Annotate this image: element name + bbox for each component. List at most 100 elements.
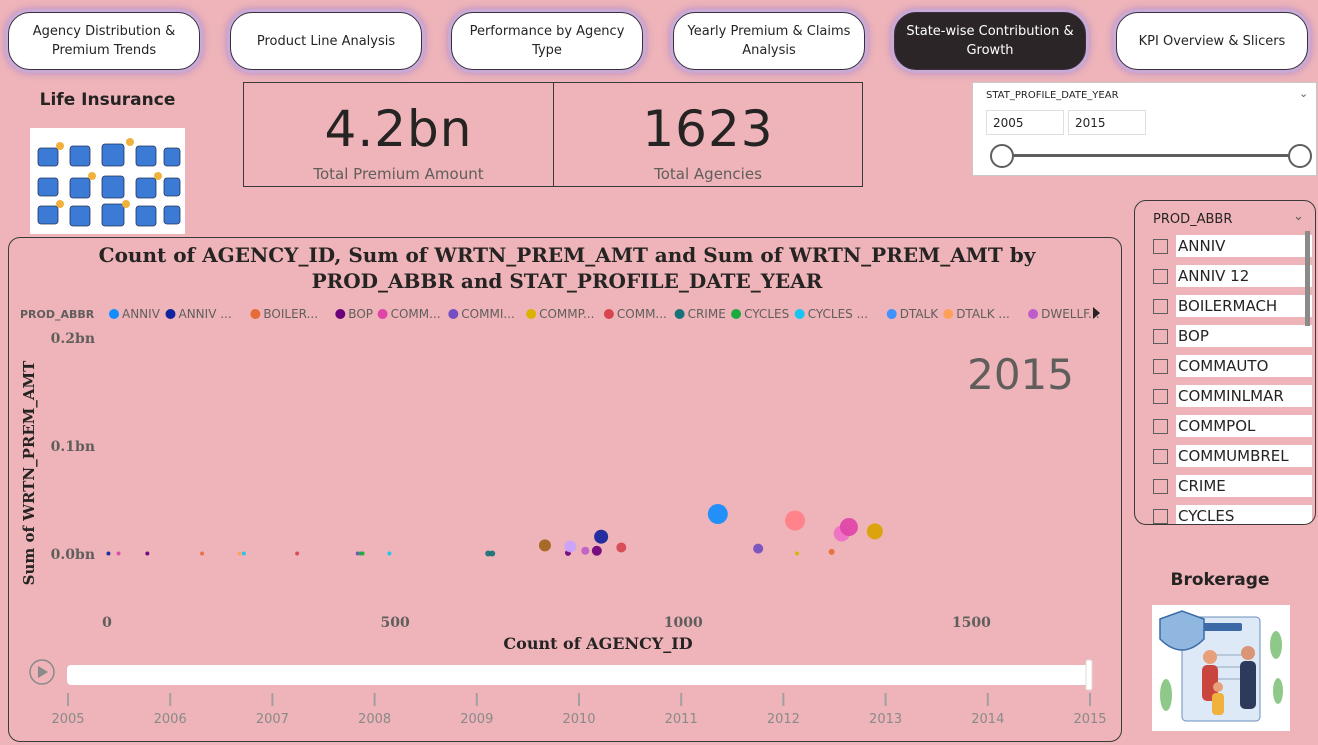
legend-marker[interactable] — [731, 309, 742, 319]
checkbox[interactable] — [1153, 268, 1168, 284]
product-slicer-item[interactable]: CRIME — [1153, 475, 1313, 497]
legend-label[interactable]: DTALK ... — [956, 307, 1010, 321]
scatter-point[interactable] — [295, 551, 300, 556]
year-range-track[interactable] — [1002, 154, 1300, 157]
legend-marker[interactable] — [603, 309, 614, 319]
legend-label[interactable]: COMMP... — [539, 307, 594, 321]
tab-agency-distribution[interactable]: Agency Distribution & Premium Trends — [8, 12, 200, 70]
legend-label[interactable]: CYCLES ... — [808, 307, 868, 321]
year-end-input[interactable]: 2015 — [1068, 110, 1146, 135]
legend-label[interactable]: ANNIV — [122, 307, 161, 321]
chevron-down-icon[interactable]: ⌄ — [1293, 209, 1304, 224]
scatter-point[interactable] — [795, 551, 800, 556]
scatter-point[interactable] — [200, 551, 205, 556]
product-slicer-item[interactable]: COMMAUTO — [1153, 355, 1313, 377]
checkbox[interactable] — [1153, 388, 1168, 404]
timeline-year-label[interactable]: 2009 — [460, 712, 493, 727]
product-slicer-item[interactable]: ANNIV — [1153, 235, 1313, 257]
product-slicer-item[interactable]: ANNIV 12 — [1153, 265, 1313, 287]
scatter-point[interactable] — [237, 551, 242, 556]
legend-marker[interactable] — [886, 309, 897, 319]
legend-marker[interactable] — [165, 309, 176, 319]
timeline-year-label[interactable]: 2014 — [971, 712, 1004, 727]
scatter-point[interactable] — [106, 551, 111, 556]
legend-label[interactable]: BOILER... — [263, 307, 318, 321]
scatter-point[interactable] — [594, 529, 609, 544]
scatter-point[interactable] — [753, 543, 764, 554]
checkbox[interactable] — [1153, 418, 1168, 434]
legend-label[interactable]: DWELLF... — [1041, 307, 1099, 321]
checkbox[interactable] — [1153, 448, 1168, 464]
scatter-point[interactable] — [785, 510, 806, 531]
timeline-year-label[interactable]: 2010 — [562, 712, 595, 727]
legend-marker[interactable] — [335, 309, 346, 319]
legend-label[interactable]: CRIME — [688, 307, 726, 321]
checkbox[interactable] — [1153, 508, 1168, 524]
legend-marker[interactable] — [674, 309, 685, 319]
year-range-end-handle[interactable] — [1288, 144, 1312, 168]
kpi-total-premium: 4.2bn Total Premium Amount — [243, 82, 554, 187]
timeline-year-label[interactable]: 2005 — [51, 712, 84, 727]
legend-marker[interactable] — [526, 309, 537, 319]
scatter-point[interactable] — [489, 550, 496, 557]
legend-label[interactable]: ANNIV ... — [179, 307, 232, 321]
play-icon[interactable] — [38, 666, 48, 678]
scatter-point[interactable] — [387, 551, 392, 556]
scatter-point[interactable] — [707, 504, 728, 525]
scatter-point[interactable] — [538, 539, 551, 552]
scatter-point[interactable] — [145, 551, 150, 556]
legend-label[interactable]: COMM... — [391, 307, 441, 321]
year-start-input[interactable]: 2005 — [986, 110, 1064, 135]
legend-marker[interactable] — [1028, 309, 1039, 319]
checkbox[interactable] — [1153, 358, 1168, 374]
legend-marker[interactable] — [448, 309, 459, 319]
tab-state-wise-contribution[interactable]: State-wise Contribution & Growth — [894, 12, 1086, 70]
product-slicer-item[interactable]: CYCLES — [1153, 505, 1313, 524]
timeline-year-label[interactable]: 2007 — [256, 712, 289, 727]
scatter-point[interactable] — [828, 548, 835, 555]
tab-kpi-overview[interactable]: KPI Overview & Slicers — [1116, 12, 1308, 70]
tab-performance-by-agency-type[interactable]: Performance by Agency Type — [451, 12, 643, 70]
tab-product-line-analysis[interactable]: Product Line Analysis — [230, 12, 422, 70]
scatter-point[interactable] — [564, 540, 577, 553]
checkbox[interactable] — [1153, 298, 1168, 314]
scatter-point[interactable] — [360, 551, 365, 556]
product-slicer-item[interactable]: COMMINLMAR — [1153, 385, 1313, 407]
legend-marker[interactable] — [377, 309, 388, 319]
scatter-point[interactable] — [591, 545, 602, 556]
checkbox[interactable] — [1153, 238, 1168, 254]
scatter-point[interactable] — [839, 518, 858, 536]
scatter-point[interactable] — [241, 551, 246, 556]
legend-marker[interactable] — [794, 309, 805, 319]
product-slicer-item[interactable]: BOP — [1153, 325, 1313, 347]
product-slicer-item[interactable]: BOILERMACH — [1153, 295, 1313, 317]
legend-marker[interactable] — [943, 309, 954, 319]
timeline-year-label[interactable]: 2015 — [1073, 712, 1106, 727]
legend-label[interactable]: BOP — [348, 307, 373, 321]
timeline-track[interactable] — [67, 665, 1091, 685]
timeline-year-label[interactable]: 2011 — [665, 712, 698, 727]
checkbox[interactable] — [1153, 328, 1168, 344]
year-range-start-handle[interactable] — [990, 144, 1014, 168]
legend-label[interactable]: COMMI... — [461, 307, 515, 321]
legend-label[interactable]: COMM... — [617, 307, 667, 321]
product-slicer-item[interactable]: COMMPOL — [1153, 415, 1313, 437]
tab-yearly-premium-claims[interactable]: Yearly Premium & Claims Analysis — [673, 12, 865, 70]
legend-marker[interactable] — [109, 309, 119, 319]
product-slicer-scrollbar[interactable] — [1305, 231, 1310, 326]
chevron-down-icon[interactable]: ⌄ — [1299, 87, 1308, 100]
timeline-year-label[interactable]: 2013 — [869, 712, 902, 727]
timeline-year-label[interactable]: 2006 — [154, 712, 187, 727]
legend-marker[interactable] — [250, 309, 261, 319]
legend-label[interactable]: CYCLES — [744, 307, 789, 321]
legend-label[interactable]: DTALK — [900, 307, 940, 321]
timeline-year-label[interactable]: 2012 — [767, 712, 800, 727]
scatter-point[interactable] — [116, 551, 121, 556]
checkbox[interactable] — [1153, 478, 1168, 494]
timeline-year-label[interactable]: 2008 — [358, 712, 391, 727]
product-slicer-item[interactable]: COMMUMBREL — [1153, 445, 1313, 467]
scatter-point[interactable] — [581, 546, 590, 555]
scatter-point[interactable] — [616, 542, 627, 553]
timeline-handle[interactable] — [1085, 659, 1093, 691]
scatter-point[interactable] — [866, 523, 883, 540]
